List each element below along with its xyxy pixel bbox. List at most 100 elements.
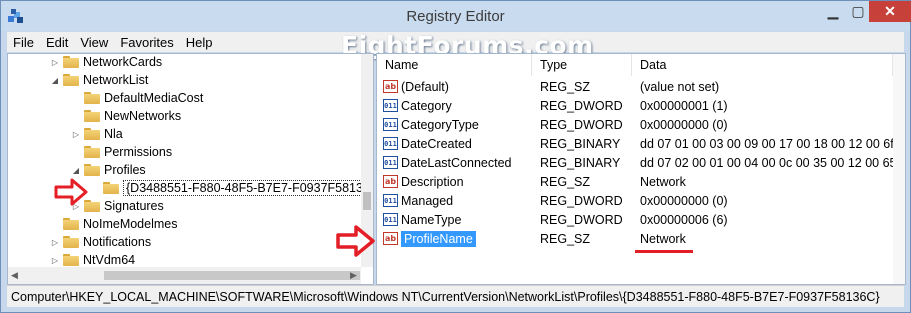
registry-editor-window: Registry Editor ▁ ▢ ✕ File Edit View Fav…	[0, 0, 911, 313]
scroll-left-icon[interactable]: ◀	[11, 270, 18, 281]
maximize-button[interactable]: ▢	[847, 1, 869, 22]
folder-icon	[103, 182, 119, 194]
tree-item[interactable]: DefaultMediaCost	[71, 89, 203, 107]
expand-arrow-icon[interactable]: ▷	[50, 58, 60, 67]
tree-item[interactable]: ▷ NetworkCards	[50, 54, 162, 71]
tree-item[interactable]: ◢ NetworkList	[50, 71, 148, 89]
value-type: REG_DWORD	[540, 117, 623, 132]
value-row[interactable]: 011 Managed REG_DWORD 0x00000000 (0)	[377, 191, 892, 210]
value-row[interactable]: ab ProfileName REG_SZ Network	[377, 229, 892, 248]
value-row[interactable]: 011 DateCreated REG_BINARY dd 07 01 00 03 0…	[377, 134, 905, 153]
value-name: CategoryType	[401, 117, 479, 132]
folder-icon	[63, 218, 79, 230]
status-path: Computer\HKEY_LOCAL_MACHINE\SOFTWARE\Mic…	[11, 289, 880, 304]
tree-vscroll-thumb[interactable]	[363, 192, 371, 210]
value-row[interactable]: 011 Category REG_DWORD 0x00000001 (1)	[377, 96, 892, 115]
tree-item-label: Nla	[104, 127, 123, 141]
menu-edit[interactable]: Edit	[40, 35, 74, 50]
folder-icon	[84, 146, 100, 158]
menu-favorites[interactable]: Favorites	[114, 35, 179, 50]
value-data: dd 07 01 00 03 00 09 00 17 00 18 00 12 0…	[640, 136, 906, 151]
tree-item[interactable]: ▷ Notifications	[50, 233, 151, 251]
tree-item-label: {D3488551-F880-48F5-B7E7-F0937F58136C}	[123, 180, 373, 196]
column-header-name[interactable]: Name	[377, 54, 532, 76]
tree-item[interactable]: {D3488551-F880-48F5-B7E7-F0937F58136C}	[90, 179, 373, 197]
value-name: ProfileName	[401, 230, 476, 247]
folder-icon	[84, 92, 100, 104]
key-tree-pane: ▷ NetworkCards ◢ NetworkList DefaultMediaCos…	[7, 53, 374, 285]
value-name-cell: 011 CategoryType	[383, 115, 479, 134]
value-type: REG_DWORD	[540, 212, 623, 227]
value-type: REG_SZ	[540, 79, 591, 94]
tree-item[interactable]: Permissions	[71, 143, 172, 161]
column-header-data[interactable]: Data	[632, 54, 893, 76]
scroll-right-icon[interactable]: ▶	[350, 270, 357, 281]
tree-item-label: NtVdm64	[83, 253, 136, 267]
binary-value-icon: 011	[383, 99, 398, 112]
menu-help[interactable]: Help	[180, 35, 219, 50]
value-name-cell: 011 NameType	[383, 210, 461, 229]
expand-arrow-icon[interactable]: ▷	[71, 130, 81, 139]
value-data: 0x00000006 (6)	[640, 212, 728, 227]
value-data: 0x00000000 (0)	[640, 117, 728, 132]
annotation-underline	[635, 250, 693, 253]
collapse-arrow-icon[interactable]: ◢	[50, 76, 60, 85]
folder-icon	[63, 236, 79, 248]
list-vertical-scrollbar[interactable]	[893, 54, 905, 284]
tree-item-label: DefaultMediaCost	[104, 91, 204, 105]
tree-item[interactable]: ▷ Nla	[71, 125, 123, 143]
value-name: Managed	[401, 193, 454, 208]
value-name: (Default)	[401, 79, 449, 94]
value-name: Description	[401, 174, 464, 189]
tree-item[interactable]: NoImeModelmes	[50, 215, 177, 233]
value-name-cell: ab (Default)	[383, 77, 449, 96]
tree-item-label: Profiles	[104, 163, 146, 177]
value-type: REG_SZ	[540, 174, 591, 189]
value-row[interactable]: 011 CategoryType REG_DWORD 0x00000000 (0)	[377, 115, 892, 134]
minimize-button[interactable]: ▁	[819, 1, 847, 22]
tree-hscroll-thumb[interactable]	[104, 271, 360, 280]
folder-icon	[84, 128, 100, 140]
value-name: DateCreated	[401, 136, 472, 151]
value-name-cell: ab ProfileName	[383, 229, 476, 248]
column-header-type[interactable]: Type	[532, 54, 632, 76]
expand-arrow-icon[interactable]: ▷	[50, 256, 60, 265]
value-name-cell: 011 DateCreated	[383, 134, 472, 153]
title-bar[interactable]: Registry Editor ▁ ▢ ✕	[1, 1, 911, 31]
menu-file[interactable]: File	[7, 35, 40, 50]
collapse-arrow-icon[interactable]: ◢	[71, 166, 81, 175]
value-row[interactable]: 011 DateLastConnected REG_BINARY dd 07 02 0…	[377, 153, 905, 172]
annotation-arrow-icon	[54, 178, 88, 206]
string-value-icon: ab	[383, 80, 398, 93]
folder-icon	[84, 110, 100, 122]
annotation-arrow-icon	[336, 225, 375, 257]
value-row[interactable]: 011 NameType REG_DWORD 0x00000006 (6)	[377, 210, 892, 229]
tree-item-label: NetworkList	[83, 73, 149, 87]
string-value-icon: ab	[383, 175, 398, 188]
value-type: REG_SZ	[540, 231, 591, 246]
value-name-cell: 011 Managed	[383, 191, 453, 210]
tree-item[interactable]: NewNetworks	[71, 107, 181, 125]
value-row[interactable]: ab (Default) REG_SZ (value not set)	[377, 77, 892, 96]
value-name-cell: 011 Category	[383, 96, 452, 115]
value-type: REG_DWORD	[540, 98, 623, 113]
tree-item-label: Signatures	[104, 199, 164, 213]
tree-horizontal-scrollbar[interactable]: ◀ ▶	[8, 267, 361, 284]
value-data: Network	[640, 231, 686, 246]
tree-item-label: Notifications	[83, 235, 152, 249]
folder-icon	[84, 164, 100, 176]
value-name-cell: 011 DateLastConnected	[383, 153, 512, 172]
value-data: dd 07 02 00 01 00 04 00 0c 00 35 00 12 0…	[640, 155, 906, 170]
string-value-icon: ab	[383, 232, 398, 245]
value-data: 0x00000000 (0)	[640, 193, 728, 208]
binary-value-icon: 011	[383, 137, 398, 150]
binary-value-icon: 011	[383, 213, 398, 226]
expand-arrow-icon[interactable]: ▷	[50, 238, 60, 247]
close-button[interactable]: ✕	[869, 1, 911, 22]
value-name: DateLastConnected	[401, 155, 512, 170]
value-name: Category	[401, 98, 452, 113]
value-name-cell: ab Description	[383, 172, 464, 191]
tree-item[interactable]: ◢ Profiles	[71, 161, 146, 179]
value-row[interactable]: ab Description REG_SZ Network	[377, 172, 892, 191]
menu-view[interactable]: View	[74, 35, 114, 50]
